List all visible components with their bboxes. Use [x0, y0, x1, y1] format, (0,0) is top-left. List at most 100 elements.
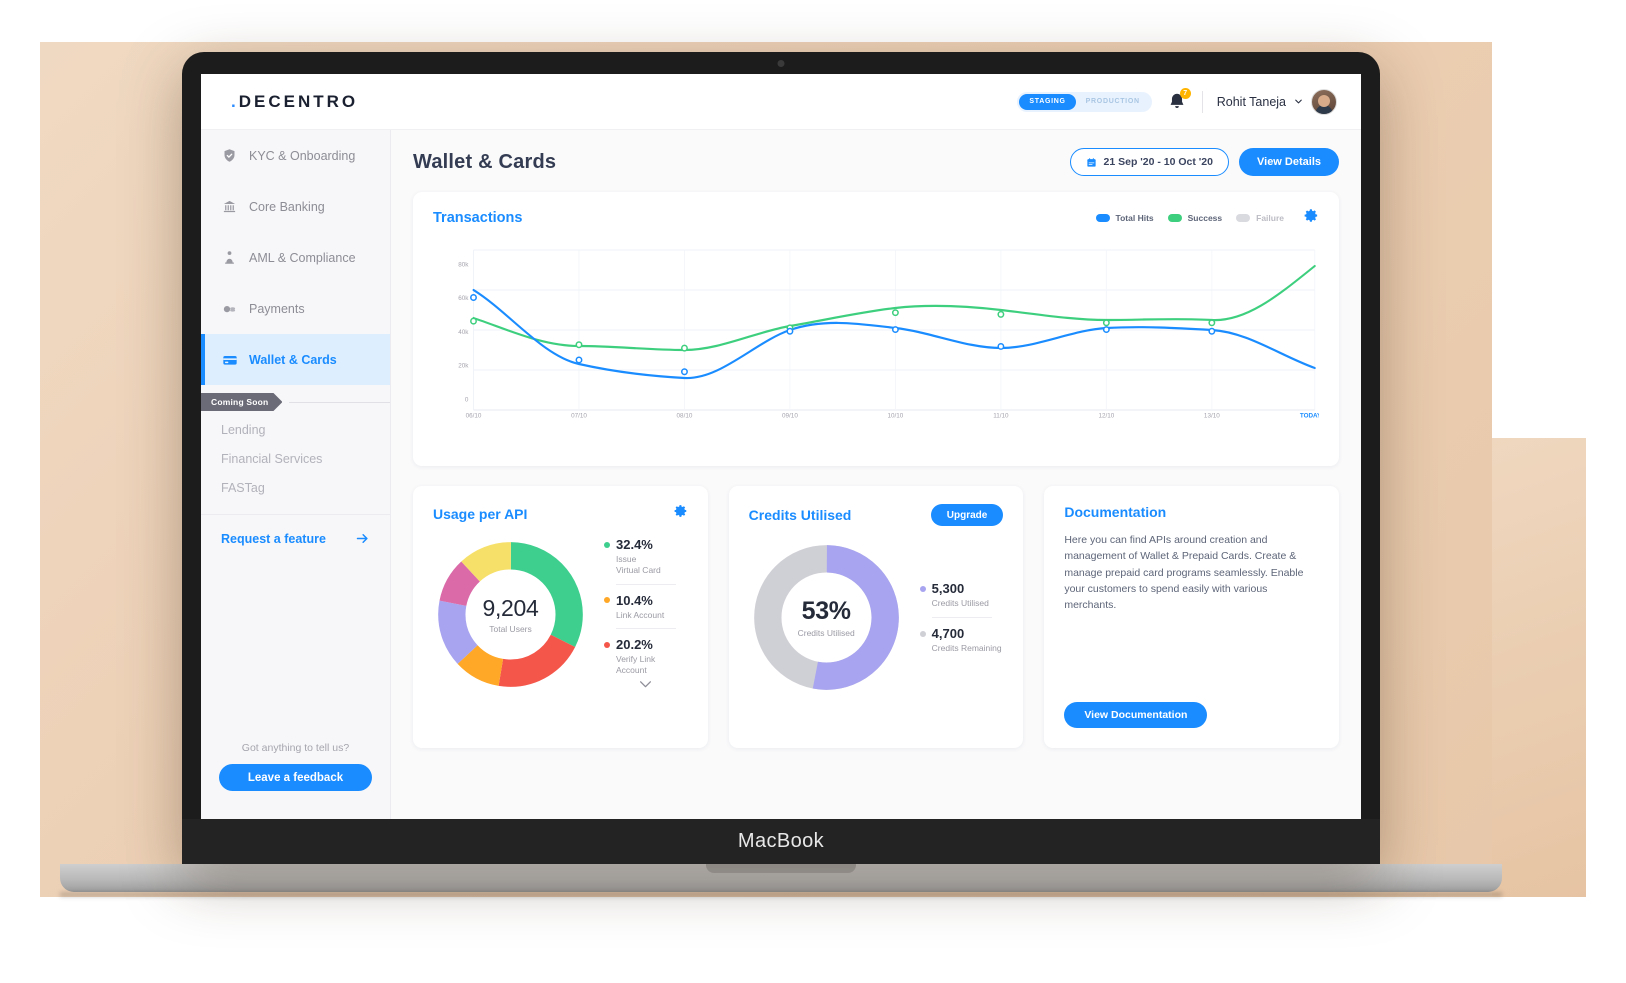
coming-soon-separator: Coming Soon	[201, 393, 390, 415]
sidebar-item-payments[interactable]: Payments	[201, 283, 390, 334]
legend-item-total-hits[interactable]: Total Hits	[1095, 213, 1154, 223]
usage-legend-value: 20.2%	[616, 637, 653, 653]
macbook-label: MacBook	[737, 830, 825, 852]
notifications-button[interactable]: 7	[1166, 87, 1191, 113]
date-range-label: 21 Sep '20 - 10 Oct '20	[1103, 156, 1213, 168]
view-documentation-button[interactable]: View Documentation	[1064, 702, 1208, 728]
user-name: Rohit Taneja	[1216, 94, 1286, 109]
legend-dot-icon	[919, 585, 926, 592]
credits-donut-row: 53% Credits Utilised 5,300 Credits Utili…	[749, 540, 1004, 695]
card-icon	[221, 351, 238, 368]
documentation-title: Documentation	[1064, 504, 1167, 520]
legend-label: Success	[1187, 213, 1223, 223]
macbook-frame: MacBook . DECENTRO STAGING PRODUCTION 7 …	[182, 52, 1380, 864]
environment-toggle[interactable]: STAGING PRODUCTION	[1017, 91, 1152, 112]
legend-dot-icon	[604, 641, 610, 648]
topbar-right: STAGING PRODUCTION 7 Rohit Taneja	[1017, 87, 1337, 115]
page-header-actions: 21 Sep '20 - 10 Oct '20 View Details	[1069, 148, 1339, 176]
macbook-base-shadow	[60, 892, 1502, 897]
page-margin-top	[0, 0, 1626, 42]
payments-icon	[221, 300, 238, 317]
sidebar-item-label: AML & Compliance	[249, 250, 356, 265]
usage-legend-divider	[616, 583, 676, 585]
main-content: Wallet & Cards 21 Sep '20 - 10 Oct '20 V…	[391, 130, 1361, 819]
credits-legend-label: Credits Utilised	[931, 598, 989, 609]
legend-dot-icon	[604, 541, 610, 548]
usage-legend-item-0: 32.4% Issue Virtual Card	[604, 537, 688, 575]
legend-item-failure[interactable]: Failure	[1236, 213, 1284, 223]
credits-legend: 5,300 Credits Utilised 4,700 Credits Rem…	[919, 581, 1004, 654]
sidebar-item-financial-services[interactable]: Financial Services	[201, 444, 390, 473]
app-body: KYC & Onboarding Core Banking AML & Comp…	[201, 130, 1361, 819]
page-title: Wallet & Cards	[413, 150, 557, 173]
macbook-screen: . DECENTRO STAGING PRODUCTION 7 Rohit Ta…	[201, 74, 1361, 819]
request-feature-label: Request a feature	[221, 531, 326, 546]
usage-expand-button[interactable]	[604, 680, 688, 692]
page-margin-right	[1586, 0, 1626, 438]
sidebar-item-label: KYC & Onboarding	[249, 148, 356, 163]
data-point-markers-total-hits	[470, 294, 1216, 376]
shield-icon	[221, 147, 238, 164]
sidebar-item-fastag[interactable]: FASTag	[201, 473, 390, 502]
credits-legend-label: Credits Remaining	[931, 643, 1002, 653]
gear-icon[interactable]	[674, 504, 688, 523]
calendar-icon	[1086, 157, 1096, 167]
request-feature-link[interactable]: Request a feature	[201, 515, 390, 546]
usage-legend-label: Link Account	[616, 609, 665, 620]
chevron-down-icon	[1295, 99, 1302, 104]
credits-donut-chart: 53% Credits Utilised	[749, 540, 904, 695]
credits-card-header: Credits Utilised Upgrade	[749, 504, 1004, 526]
logo-text: DECENTRO	[238, 91, 359, 111]
sidebar-item-lending[interactable]: Lending	[201, 415, 390, 444]
sidebar-item-wallet-cards[interactable]: Wallet & Cards	[201, 334, 390, 385]
view-details-button[interactable]: View Details	[1239, 148, 1339, 176]
usage-card-header: Usage per API	[433, 504, 688, 523]
user-menu[interactable]: Rohit Taneja	[1216, 88, 1337, 115]
macbook-base-notch	[706, 864, 856, 873]
transactions-title: Transactions	[433, 210, 523, 226]
env-staging-pill[interactable]: STAGING	[1019, 93, 1076, 110]
usage-legend-value: 32.4%	[616, 537, 653, 553]
documentation-body: Here you can find APIs around creation a…	[1064, 534, 1304, 612]
credits-title: Credits Utilised	[748, 507, 852, 523]
usage-legend-divider	[616, 628, 676, 630]
sidebar-item-core-banking[interactable]: Core Banking	[201, 181, 390, 232]
sidebar-item-label: Payments	[249, 301, 305, 316]
legend-dot-icon	[919, 630, 926, 637]
brand-logo[interactable]: . DECENTRO	[231, 92, 358, 112]
gear-icon[interactable]	[1304, 208, 1319, 228]
sidebar-item-aml-compliance[interactable]: AML & Compliance	[201, 232, 390, 283]
credits-donut-center: 53% Credits Utilised	[749, 540, 904, 695]
data-point-markers-success	[470, 309, 1216, 352]
credits-legend-item-1: 4,700 Credits Remaining	[919, 626, 1004, 654]
upgrade-button[interactable]: Upgrade	[930, 504, 1004, 526]
leave-feedback-button[interactable]: Leave a feedback	[219, 764, 372, 791]
usage-total-users-label: Total Users	[489, 624, 532, 634]
credits-legend-divider	[931, 617, 992, 618]
credits-percent-label: Credits Utilised	[797, 628, 855, 638]
legend-label: Failure	[1256, 213, 1284, 223]
sidebar-item-label: Core Banking	[249, 199, 325, 214]
dashboard-cards-row: Usage per API 9,204 Total Users 32.4% Is…	[413, 486, 1340, 748]
credits-legend-value: 4,700	[931, 626, 965, 641]
bank-icon	[221, 198, 238, 215]
chevron-down-icon	[640, 680, 652, 687]
credits-utilised-card: Credits Utilised Upgrade 53% Credits Uti…	[728, 486, 1024, 748]
avatar[interactable]	[1311, 88, 1337, 115]
feedback-question: Got anything to tell us?	[241, 742, 350, 754]
legend-item-success[interactable]: Success	[1167, 213, 1223, 223]
sidebar-item-kyc-onboarding[interactable]: KYC & Onboarding	[201, 130, 390, 181]
env-production-pill[interactable]: PRODUCTION	[1076, 94, 1150, 110]
transactions-line-chart: 80k 60k 40k 20k 0 06/10 07/10 08/10 09/1…	[433, 238, 1319, 438]
legend-swatch-failure	[1236, 214, 1251, 222]
app-root: . DECENTRO STAGING PRODUCTION 7 Rohit Ta…	[201, 74, 1361, 819]
date-range-picker[interactable]: 21 Sep '20 - 10 Oct '20	[1069, 148, 1229, 176]
credits-legend-item-0: 5,300 Credits Utilised	[919, 581, 1004, 609]
page-margin-bottom	[0, 897, 1626, 983]
usage-legend-item-1: 10.4% Link Account	[604, 593, 688, 621]
transactions-card-header: Transactions Total Hits Success Failure	[433, 208, 1319, 228]
credits-legend-value: 5,300	[931, 581, 965, 597]
page-margin-left	[0, 0, 40, 983]
arrow-right-icon	[356, 534, 368, 543]
legend-swatch-success	[1167, 214, 1182, 222]
